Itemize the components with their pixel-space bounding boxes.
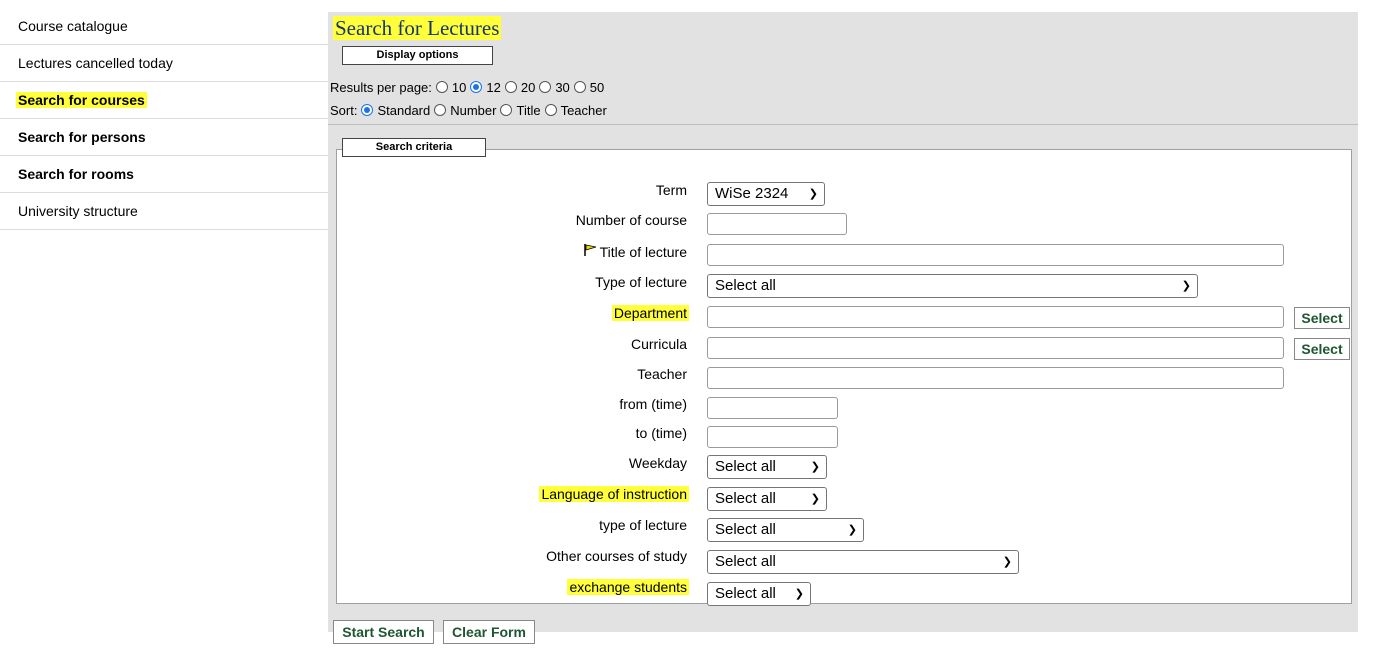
type-of-lecture-label: type of lecture xyxy=(599,517,687,533)
results-option-label: 20 xyxy=(520,79,536,95)
sidebar-item-search-persons[interactable]: Search for persons xyxy=(0,119,328,156)
department-input[interactable] xyxy=(707,306,1284,328)
type-of-lecture-select-value: Select all xyxy=(715,521,776,538)
term-select[interactable]: WiSe 2324 ❯ xyxy=(707,182,825,206)
type-of-lecture-select[interactable]: Select all ❯ xyxy=(707,518,864,542)
term-label: Term xyxy=(655,182,687,198)
exchange-students-label: exchange students xyxy=(567,579,689,595)
weekday-select[interactable]: Select all ❯ xyxy=(707,455,827,479)
results-per-page-row: Results per page: 10 12 20 30 50 xyxy=(330,78,604,96)
to-time-label: to (time) xyxy=(635,425,687,441)
search-criteria-legend: Search criteria xyxy=(342,138,486,157)
sort-standard-radio[interactable] xyxy=(361,104,374,116)
curricula-label: Curricula xyxy=(630,336,687,352)
exchange-students-select[interactable]: Select all ❯ xyxy=(707,582,811,606)
sort-title-radio[interactable] xyxy=(500,104,513,116)
divider xyxy=(328,124,1358,125)
title-label-text: Title of lecture xyxy=(599,244,687,260)
sidebar-item-label: Search for courses xyxy=(16,92,147,108)
results-20-radio[interactable] xyxy=(504,81,517,93)
search-form-area: Search for Lectures Display options Resu… xyxy=(328,12,1358,644)
department-select-button[interactable]: Select xyxy=(1294,307,1350,329)
results-option-label: 12 xyxy=(486,79,501,95)
start-search-button[interactable]: Start Search xyxy=(333,620,434,644)
search-criteria-panel: Term Number of course Title of lecture T… xyxy=(336,149,1352,606)
clear-form-button[interactable]: Clear Form xyxy=(443,620,535,644)
other-courses-label: Other courses of study xyxy=(546,548,687,564)
sort-number-radio[interactable] xyxy=(434,104,447,116)
sidebar-item-university-structure[interactable]: University structure xyxy=(0,193,328,230)
chevron-down-icon: ❯ xyxy=(847,524,857,536)
chevron-down-icon: ❯ xyxy=(810,461,820,473)
sort-label: Sort: xyxy=(330,102,358,118)
curricula-select-button[interactable]: Select xyxy=(1294,338,1350,360)
weekday-label: Weekday xyxy=(628,455,687,471)
sort-option-label: Standard xyxy=(377,102,431,118)
results-50-radio[interactable] xyxy=(573,81,586,93)
term-select-value: WiSe 2324 xyxy=(715,185,789,202)
page-title: Search for Lectures xyxy=(333,16,502,40)
sidebar-item-label: University structure xyxy=(18,203,138,219)
other-courses-select-value: Select all xyxy=(715,553,776,570)
sidebar-item-lectures-cancelled[interactable]: Lectures cancelled today xyxy=(0,45,328,82)
sidebar-item-search-courses[interactable]: Search for courses xyxy=(0,82,328,119)
results-10-radio[interactable] xyxy=(435,81,448,93)
exchange-students-select-value: Select all xyxy=(715,585,776,602)
chevron-down-icon: ❯ xyxy=(794,588,804,600)
chevron-down-icon: ❯ xyxy=(810,493,820,505)
to-time-input[interactable] xyxy=(707,426,838,448)
course-number-label: Number of course xyxy=(575,212,687,228)
results-option-label: 30 xyxy=(555,79,570,95)
results-per-page-label: Results per page: xyxy=(330,79,432,95)
language-label: Language of instruction xyxy=(539,486,689,502)
teacher-label: Teacher xyxy=(637,366,687,382)
results-12-radio[interactable] xyxy=(470,81,483,93)
teacher-input[interactable] xyxy=(707,367,1284,389)
results-30-radio[interactable] xyxy=(539,81,552,93)
results-option-label: 10 xyxy=(451,79,467,95)
language-select[interactable]: Select all ❯ xyxy=(707,487,827,511)
department-label: Department xyxy=(611,305,689,321)
other-courses-select[interactable]: Select all ❯ xyxy=(707,550,1019,574)
sort-row: Sort: Standard Number Title Teacher xyxy=(330,101,607,119)
sidebar-item-search-rooms[interactable]: Search for rooms xyxy=(0,156,328,193)
from-time-input[interactable] xyxy=(707,397,838,419)
sidebar-item-label: Lectures cancelled today xyxy=(18,55,173,71)
display-options-legend: Display options xyxy=(342,46,493,65)
title-label: Title of lecture xyxy=(582,244,689,260)
sidebar-item-course-catalogue[interactable]: Course catalogue xyxy=(0,8,328,45)
lecture-type-select[interactable]: Select all ❯ xyxy=(707,274,1198,298)
results-option-label: 50 xyxy=(589,79,605,95)
sort-option-label: Number xyxy=(450,102,497,118)
weekday-select-value: Select all xyxy=(715,458,776,475)
title-input[interactable] xyxy=(707,244,1284,266)
language-select-value: Select all xyxy=(715,490,776,507)
chevron-down-icon: ❯ xyxy=(1002,556,1012,568)
sort-option-label: Teacher xyxy=(560,102,607,118)
sort-teacher-radio[interactable] xyxy=(544,104,557,116)
flag-icon xyxy=(583,244,596,256)
course-number-input[interactable] xyxy=(707,213,847,235)
curricula-input[interactable] xyxy=(707,337,1284,359)
lecture-type-select-value: Select all xyxy=(715,277,776,294)
chevron-down-icon: ❯ xyxy=(808,188,818,200)
chevron-down-icon: ❯ xyxy=(1181,280,1191,292)
sidebar-item-label: Search for persons xyxy=(18,129,146,145)
sidebar-item-label: Course catalogue xyxy=(18,18,128,34)
sort-option-label: Title xyxy=(516,102,541,118)
sidebar-item-label: Search for rooms xyxy=(18,166,134,182)
sidebar-nav: Course catalogue Lectures cancelled toda… xyxy=(0,8,328,230)
lecture-type-label: Type of lecture xyxy=(595,274,687,290)
from-time-label: from (time) xyxy=(619,396,687,412)
